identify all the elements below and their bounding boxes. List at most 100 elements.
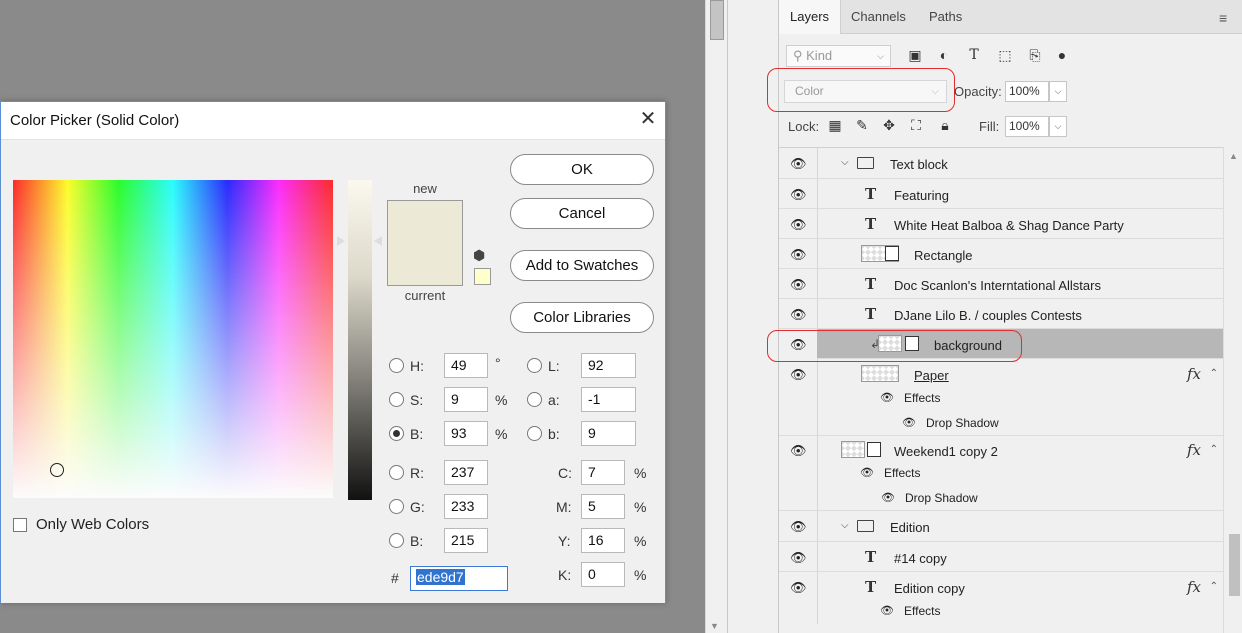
eye-icon[interactable]: 👁︎ [790,307,807,323]
color-field[interactable] [13,180,333,498]
adjustment-filter-icon[interactable]: ◐ [934,47,954,63]
eye-icon[interactable]: 👁︎ [790,247,807,263]
collapse-effects-icon[interactable]: ⌃ [1210,368,1218,379]
a-input[interactable]: -1 [581,387,636,412]
cyan-input[interactable]: 7 [581,460,625,485]
panel-menu-icon[interactable]: ≡ [1219,10,1227,26]
eye-icon[interactable]: 👁︎ [790,277,807,293]
tab-channels[interactable]: Channels [840,0,917,34]
eye-icon[interactable]: 👁︎ [901,416,917,429]
layer-row[interactable]: 👁︎ Rectangle [779,239,1223,269]
blue-input[interactable]: 215 [444,528,488,553]
web-safe-color-swatch[interactable] [474,268,491,285]
layer-row[interactable]: 👁︎ T Doc Scanlon's Interntational Allsta… [779,269,1223,299]
radio-hue[interactable] [389,358,404,373]
layer-row[interactable]: 👁︎ T White Heat Balboa & Shag Dance Part… [779,209,1223,239]
eye-icon[interactable]: 👁︎ [790,443,807,459]
eye-icon[interactable]: 👁︎ [790,187,807,203]
smart-object-filter-icon[interactable]: ⎘ [1025,47,1045,64]
scroll-down-arrow-icon[interactable]: ▼ [710,621,719,631]
lock-position-icon[interactable]: ✥ [880,117,898,134]
lightness-input[interactable]: 92 [581,353,636,378]
chevron-down-icon[interactable]: ⌵ [841,157,849,168]
red-input[interactable]: 237 [444,460,488,485]
black-input[interactable]: 0 [581,562,625,587]
close-icon[interactable]: ✕ [637,108,659,130]
fill-dropdown-icon[interactable]: ⌵ [1049,116,1067,137]
effect-row[interactable]: 👁︎ Drop Shadow [779,486,1223,511]
collapse-effects-icon[interactable]: ⌃ [1210,581,1218,592]
filter-toggle-icon[interactable]: ● [1052,47,1072,63]
radio-b-lab[interactable] [527,426,542,441]
eye-icon[interactable]: 👁︎ [790,217,807,233]
radio-brightness[interactable] [389,426,404,441]
chevron-down-icon[interactable]: ⌵ [841,520,849,531]
brightness-input[interactable]: 93 [444,421,488,446]
type-filter-icon[interactable]: T [964,47,984,63]
layer-row[interactable]: 👁︎ ⌵ Edition [779,511,1223,542]
effect-row[interactable]: 👁︎ Drop Shadow [779,411,1223,436]
eye-icon[interactable]: 👁︎ [790,367,807,383]
web-safe-cube-icon[interactable]: ⬢ [473,247,485,264]
canvas-scrollbar[interactable]: ▼ [705,0,727,633]
eye-icon[interactable]: 👁︎ [790,156,807,172]
lock-all-icon[interactable]: 🔒︎ [936,117,954,134]
cancel-button[interactable]: Cancel [510,198,654,229]
yellow-input[interactable]: 16 [581,528,625,553]
image-filter-icon[interactable]: ▣ [905,47,925,64]
radio-red[interactable] [389,465,404,480]
effects-row[interactable]: 👁︎ Effects [779,600,1223,624]
hue-input[interactable]: 49 [444,353,488,378]
hue-slider[interactable] [348,180,372,500]
color-libraries-button[interactable]: Color Libraries [510,302,654,333]
radio-saturation[interactable] [389,392,404,407]
lock-brush-icon[interactable]: ✎ [853,117,871,134]
slider-right-arrow-icon[interactable] [374,236,382,246]
layer-row[interactable]: 👁︎ T #14 copy [779,542,1223,572]
layer-row[interactable]: 👁︎ T Edition copy fx ⌃ [779,572,1223,602]
magenta-input[interactable]: 5 [581,494,625,519]
tab-paths[interactable]: Paths [918,0,973,34]
slider-left-arrow-icon[interactable] [337,236,345,246]
radio-green[interactable] [389,499,404,514]
scrollbar-thumb[interactable] [710,0,724,40]
collapse-effects-icon[interactable]: ⌃ [1210,444,1218,455]
layer-row[interactable]: 👁︎ T DJane Lilo B. / couples Contests [779,299,1223,329]
b-lab-input[interactable]: 9 [581,421,636,446]
eye-icon[interactable]: 👁︎ [790,550,807,566]
radio-blue[interactable] [389,533,404,548]
current-color-swatch[interactable] [387,243,463,286]
eye-icon[interactable]: 👁︎ [790,580,807,596]
eye-icon[interactable]: 👁︎ [879,391,895,404]
eye-icon[interactable]: 👁︎ [879,604,895,617]
layer-row[interactable]: 👁︎ T Featuring [779,179,1223,209]
effects-row[interactable]: 👁︎ Effects [779,462,1223,486]
fx-icon[interactable]: fx [1187,365,1201,383]
filter-kind-select[interactable]: ⚲ Kind ⌵ [786,45,891,67]
scroll-up-arrow-icon[interactable]: ▲ [1229,151,1238,161]
radio-a[interactable] [527,392,542,407]
eye-icon[interactable]: 👁︎ [880,491,896,504]
lock-artboard-icon[interactable]: ⛶ [907,117,925,134]
eye-icon[interactable]: 👁︎ [790,519,807,535]
fx-icon[interactable]: fx [1187,578,1201,596]
opacity-dropdown-icon[interactable]: ⌵ [1049,81,1067,102]
ok-button[interactable]: OK [510,154,654,185]
only-web-colors-checkbox[interactable] [13,518,27,532]
layers-scrollbar[interactable]: ▲ [1223,147,1242,633]
scrollbar-thumb[interactable] [1229,534,1240,596]
hex-input[interactable]: ede9d7 [410,566,508,591]
shape-filter-icon[interactable]: ⬚ [995,47,1015,64]
effects-row[interactable]: 👁︎ Effects [779,387,1223,411]
layer-row[interactable]: 👁︎ ⌵ Text block [779,148,1223,179]
eye-icon[interactable]: 👁︎ [859,466,875,479]
radio-lightness[interactable] [527,358,542,373]
fx-icon[interactable]: fx [1187,441,1201,459]
hex-value[interactable]: ede9d7 [416,569,465,585]
layer-row[interactable]: 👁︎ Weekend1 copy 2 fx ⌃ [779,436,1223,464]
lock-transparent-icon[interactable]: ▦ [826,117,844,134]
color-field-cursor[interactable] [50,463,64,477]
green-input[interactable]: 233 [444,494,488,519]
opacity-input[interactable]: 100% [1005,81,1049,102]
fill-input[interactable]: 100% [1005,116,1049,137]
